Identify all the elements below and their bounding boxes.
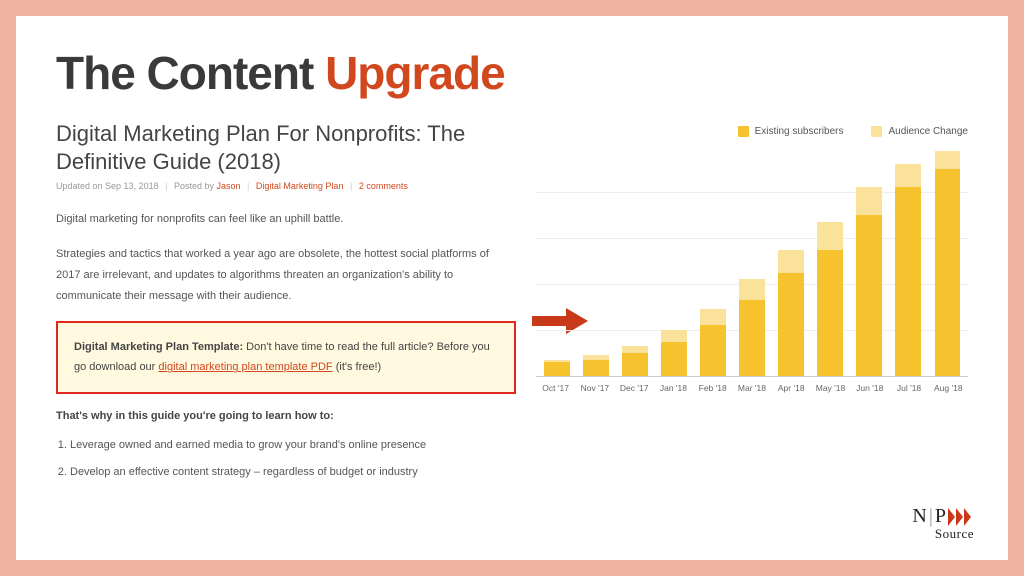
bar-column xyxy=(773,250,810,377)
logo-word: Source xyxy=(912,526,974,542)
list-item: Leverage owned and earned media to grow … xyxy=(70,432,516,458)
bar-column xyxy=(851,187,888,376)
legend-label: Audience Change xyxy=(888,126,968,137)
bar-column xyxy=(812,222,849,376)
article-list: Leverage owned and earned media to grow … xyxy=(56,432,516,485)
x-axis-label: Aug '18 xyxy=(929,383,968,393)
slide-title: The Content Upgrade xyxy=(56,46,968,100)
x-axis-label: May '18 xyxy=(811,383,850,393)
bar-segment-audience xyxy=(700,309,726,325)
logo-letter-n: N xyxy=(912,505,926,528)
bar-segment-audience xyxy=(856,187,882,215)
slide-title-part1: The Content xyxy=(56,47,325,99)
bar-segment-audience xyxy=(739,279,765,300)
bar-column xyxy=(929,151,966,376)
slide-frame: The Content Upgrade Digital Marketing Pl… xyxy=(0,0,1024,576)
meta-updated: Updated on Sep 13, 2018 xyxy=(56,181,159,191)
bar-segment-audience xyxy=(622,346,648,353)
x-axis-label: Feb '18 xyxy=(693,383,732,393)
x-axis-label: Jun '18 xyxy=(850,383,889,393)
bar-segment-audience xyxy=(895,164,921,187)
bar-segment-existing xyxy=(583,360,609,376)
bar-column xyxy=(890,164,927,376)
meta-sep: | xyxy=(165,181,167,191)
bar-column xyxy=(655,330,692,376)
slide-title-part2: Upgrade xyxy=(325,47,505,99)
bar-segment-audience xyxy=(935,151,961,169)
meta-comments-link[interactable]: 2 comments xyxy=(359,181,408,191)
meta-posted-label: Posted by xyxy=(174,181,217,191)
bar-segment-existing xyxy=(817,250,843,377)
bar-segment-existing xyxy=(661,342,687,377)
x-axis-label: Oct '17 xyxy=(536,383,575,393)
callout-text-post: (it's free!) xyxy=(333,361,382,373)
bar-column xyxy=(616,346,653,376)
content-columns: Digital Marketing Plan For Nonprofits: T… xyxy=(56,120,968,485)
meta-sep: | xyxy=(350,181,352,191)
meta-category-link[interactable]: Digital Marketing Plan xyxy=(256,181,344,191)
meta-sep: | xyxy=(247,181,249,191)
callout-download-link[interactable]: digital marketing plan template PDF xyxy=(158,361,332,373)
list-item: Develop an effective content strategy – … xyxy=(70,459,516,485)
bar-segment-audience xyxy=(817,222,843,250)
legend-swatch-icon xyxy=(738,126,749,137)
meta-author-link[interactable]: Jason xyxy=(217,181,241,191)
logo-divider: | xyxy=(929,505,933,528)
logo-top-row: N | P xyxy=(912,505,974,528)
bar-column xyxy=(733,279,770,376)
bar-segment-existing xyxy=(739,300,765,376)
x-axis-label: Dec '17 xyxy=(615,383,654,393)
article-subheading: That's why in this guide you're going to… xyxy=(56,410,516,422)
content-upgrade-callout: Digital Marketing Plan Template: Don't h… xyxy=(56,321,516,395)
bar-column xyxy=(577,355,614,376)
bar-segment-existing xyxy=(544,362,570,376)
bar-segment-existing xyxy=(700,325,726,376)
bar-segment-audience xyxy=(661,330,687,342)
chart-x-axis: Oct '17Nov '17Dec '17Jan '18Feb '18Mar '… xyxy=(536,383,968,393)
logo-letter-p: P xyxy=(935,505,946,528)
chart-panel: Existing subscribers Audience Change Oct… xyxy=(536,120,968,485)
x-axis-label: Apr '18 xyxy=(772,383,811,393)
legend-item-existing: Existing subscribers xyxy=(738,126,844,137)
chart-legend: Existing subscribers Audience Change xyxy=(536,126,968,137)
article-title: Digital Marketing Plan For Nonprofits: T… xyxy=(56,120,516,175)
bar-segment-existing xyxy=(895,187,921,376)
subscribers-bar-chart xyxy=(536,147,968,377)
bar-column xyxy=(694,309,731,376)
bar-segment-existing xyxy=(856,215,882,376)
legend-label: Existing subscribers xyxy=(755,126,844,137)
bar-segment-audience xyxy=(778,250,804,273)
article-meta: Updated on Sep 13, 2018 | Posted by Jaso… xyxy=(56,181,516,191)
article-paragraph: Strategies and tactics that worked a yea… xyxy=(56,244,516,307)
article-paragraph: Digital marketing for nonprofits can fee… xyxy=(56,209,516,230)
bar-segment-existing xyxy=(622,353,648,376)
bar-segment-existing xyxy=(935,169,961,376)
x-axis-label: Jan '18 xyxy=(654,383,693,393)
brand-logo: N | P Source xyxy=(912,505,974,542)
logo-chevrons-icon xyxy=(948,505,974,528)
bar-segment-existing xyxy=(778,273,804,377)
article-excerpt: Digital Marketing Plan For Nonprofits: T… xyxy=(56,120,516,485)
x-axis-label: Nov '17 xyxy=(575,383,614,393)
bar-column xyxy=(538,360,575,376)
legend-item-audience: Audience Change xyxy=(871,126,968,137)
callout-bold: Digital Marketing Plan Template: xyxy=(74,341,243,353)
x-axis-label: Jul '18 xyxy=(889,383,928,393)
x-axis-label: Mar '18 xyxy=(732,383,771,393)
legend-swatch-icon xyxy=(871,126,882,137)
